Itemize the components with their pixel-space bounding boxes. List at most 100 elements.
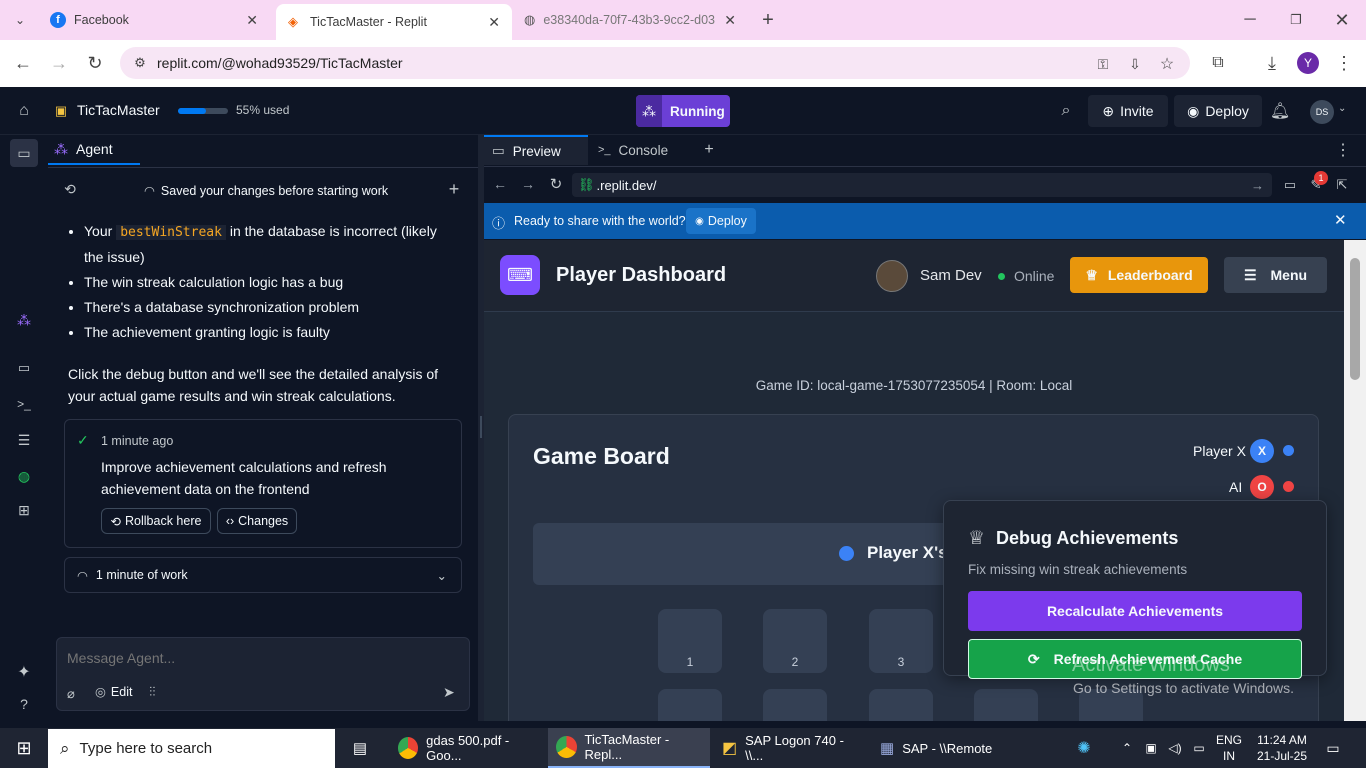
board-cell[interactable]: 9 <box>974 689 1038 721</box>
preview-url-bar[interactable]: ⛓︎ .replit.dev/ → <box>572 173 1272 197</box>
taskbar-search[interactable]: ⌕ Type here to search <box>48 729 335 768</box>
send-icon[interactable]: ➤ <box>443 684 455 701</box>
message-input[interactable] <box>67 646 447 670</box>
taskbar-app-replit[interactable]: TicTacMaster - Repl... <box>548 728 710 768</box>
extensions-icon[interactable]: ⧉ <box>1206 51 1230 75</box>
invite-button[interactable]: ⊕ Invite <box>1088 95 1168 127</box>
chrome-menu-icon[interactable]: ⋮ <box>1332 51 1356 75</box>
monitor-icon[interactable]: ▭ <box>12 357 36 379</box>
downloads-icon[interactable]: ⤓ <box>1260 51 1284 75</box>
attach-icon[interactable]: ⌀ <box>67 686 75 702</box>
back-icon[interactable]: ← <box>10 50 36 76</box>
tab-facebook[interactable]: f Facebook ✕ <box>38 4 270 36</box>
back-icon[interactable]: ← <box>490 173 510 195</box>
more-options-icon[interactable]: ⋮ <box>1332 139 1354 161</box>
tab-replit[interactable]: ◈ TicTacMaster - Replit ✕ <box>276 4 512 40</box>
settings-sliders-icon[interactable]: ⫶⫶ <box>149 684 156 700</box>
install-app-icon[interactable]: ⇩ <box>1124 53 1146 75</box>
meet-icon[interactable]: ▣ <box>1142 738 1160 758</box>
user-avatar[interactable] <box>876 260 908 292</box>
agent-icon[interactable]: ⁂ <box>12 309 36 331</box>
apps-grid-icon[interactable]: ⊞ <box>12 499 36 521</box>
reload-icon[interactable]: ↻ <box>82 50 108 76</box>
close-tab-icon[interactable]: ✕ <box>246 12 258 29</box>
clock[interactable]: 11:24 AM 21-Jul-25 <box>1250 732 1314 764</box>
close-tab-icon[interactable]: ✕ <box>488 14 500 31</box>
tab-console[interactable]: >_ Console <box>594 135 690 165</box>
scrollbar[interactable] <box>1344 240 1366 721</box>
search-icon[interactable]: ⌕ <box>1054 99 1078 123</box>
site-info-icon[interactable]: ⚙ <box>130 53 150 73</box>
board-cell[interactable]: 8 <box>869 689 933 721</box>
help-icon[interactable]: ? <box>12 693 36 715</box>
rollback-label: Rollback here <box>125 514 202 528</box>
notifications-icon[interactable]: ▭ <box>1322 738 1344 758</box>
chevron-up-icon[interactable]: ⌃ <box>1118 738 1136 758</box>
taskbar-app-sap-logon[interactable]: ◩ SAP Logon 740 - \\... <box>714 728 870 768</box>
edit-mode-button[interactable]: ◎ Edit <box>95 684 132 700</box>
new-chat-icon[interactable]: + <box>444 179 464 199</box>
weather-icon[interactable]: ✺ <box>1072 736 1096 760</box>
recalculate-button[interactable]: Recalculate Achievements <box>968 591 1302 631</box>
shell-icon[interactable]: >_ <box>12 393 36 415</box>
forward-icon[interactable]: → <box>46 50 72 76</box>
database-icon[interactable]: ☰ <box>12 429 36 451</box>
changes-button[interactable]: ‹› Changes <box>217 508 297 534</box>
taskbar-app-label: TicTacMaster - Repl... <box>584 732 670 762</box>
scrollbar-thumb[interactable] <box>1350 258 1360 380</box>
deploy-button[interactable]: ◉ Deploy <box>1174 95 1262 127</box>
volume-icon[interactable]: ◁) <box>1166 738 1184 758</box>
run-button[interactable]: ⁂ Running <box>636 95 730 127</box>
board-cell[interactable]: 3 <box>869 609 933 673</box>
banner-deploy-button[interactable]: ◉ Deploy <box>686 208 756 234</box>
notification-bell-icon[interactable]: 🔔︎ <box>1268 99 1292 123</box>
taskbar-app-sap-remote[interactable]: ▦ SAP - \\Remote <box>872 728 1012 768</box>
profile-avatar[interactable]: Y <box>1297 52 1319 74</box>
menu-button[interactable]: ☰ Menu <box>1224 257 1327 293</box>
user-avatar[interactable]: DS <box>1310 100 1334 124</box>
forward-icon[interactable]: → <box>518 173 538 195</box>
omnibox[interactable]: ⚙ replit.com/@wohad93529/TicTacMaster ⚿ … <box>120 47 1190 79</box>
file-tree-icon[interactable]: ▭ <box>10 139 38 167</box>
board-cell[interactable]: 7 <box>763 689 827 721</box>
tab-preview[interactable]: ▭ Preview <box>484 135 588 165</box>
reload-icon[interactable]: ↻ <box>546 173 566 195</box>
close-icon[interactable]: ✕ <box>1334 211 1347 229</box>
board-cell[interactable]: 1 <box>658 609 722 673</box>
check-circle-icon: ✓ <box>77 432 89 448</box>
network-icon[interactable]: ▭ <box>1190 738 1208 758</box>
board-cell[interactable]: 6 <box>658 689 722 721</box>
project-name[interactable]: TicTacMaster <box>77 102 160 118</box>
windows-start-icon[interactable]: ⊞ <box>12 738 36 758</box>
browser-tab-bar: ⌄ f Facebook ✕ ◈ TicTacMaster - Replit ✕… <box>0 0 1366 40</box>
tab-agent[interactable]: ⁂ Agent <box>48 135 140 165</box>
devices-icon[interactable]: ▭ <box>1280 175 1300 195</box>
tab-uuid[interactable]: ◍ e38340da-70f7-43b3-9cc2-d03 ✕ <box>512 4 748 36</box>
leaderboard-button[interactable]: ♕ Leaderboard <box>1070 257 1208 293</box>
add-tab-icon[interactable]: + <box>698 139 720 161</box>
player-x-symbol: X <box>1250 439 1274 463</box>
chevron-down-icon[interactable]: ⌄ <box>1338 103 1346 114</box>
close-tab-icon[interactable]: ✕ <box>724 12 736 29</box>
task-view-icon[interactable]: ▤ <box>348 738 372 758</box>
rollback-button[interactable]: ⟲ Rollback here <box>101 508 211 534</box>
work-summary[interactable]: ◠ 1 minute of work ⌄ <box>64 557 462 593</box>
password-key-icon[interactable]: ⚿ <box>1092 53 1114 75</box>
minimize-icon[interactable]: ─ <box>1238 8 1262 32</box>
board-cell[interactable]: 2 <box>763 609 827 673</box>
sparkle-icon[interactable]: ✦ <box>12 661 36 683</box>
tab-console-label: Console <box>618 142 669 158</box>
bookmark-star-icon[interactable]: ☆ <box>1156 53 1178 75</box>
globe-icon[interactable]: ◍ <box>12 465 36 487</box>
tab-search-icon[interactable]: ⌄ <box>8 8 32 32</box>
history-icon[interactable]: ⟲ <box>60 179 80 199</box>
home-icon[interactable]: ⌂ <box>12 99 36 123</box>
panel-resize-handle[interactable] <box>480 416 482 438</box>
new-tab-icon[interactable]: + <box>756 8 780 32</box>
player-x-dot <box>1283 445 1294 456</box>
open-new-window-icon[interactable]: ⇱ <box>1332 175 1352 195</box>
restore-icon[interactable]: ❐ <box>1284 8 1308 32</box>
taskbar-app-pdf[interactable]: gdas 500.pdf - Goo... <box>390 728 546 768</box>
language-indicator[interactable]: ENG IN <box>1216 732 1242 764</box>
close-window-icon[interactable]: ✕ <box>1330 8 1354 32</box>
